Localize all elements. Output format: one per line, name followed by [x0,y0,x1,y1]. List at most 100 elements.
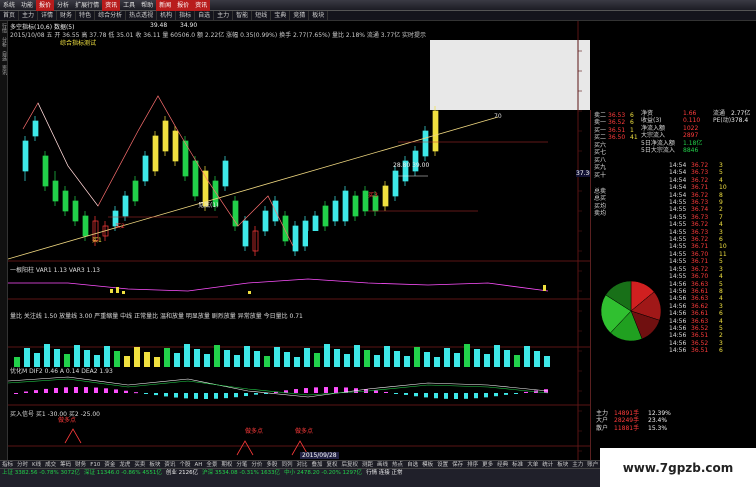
left-tab-0[interactable]: 行情 [0,21,8,35]
tick-price: 36.72 [691,265,709,273]
left-tab-3[interactable]: 资讯 [0,63,8,77]
left-tab-1[interactable]: 分析 [0,35,8,49]
tick-vol: 7 [719,213,723,221]
volume-bar [294,357,300,367]
candle-body [282,215,289,242]
menu-item-4[interactable]: 扩展行情 [72,0,102,11]
tick-row: 14:54 36.71 10 [669,184,756,191]
menu-item-3[interactable]: 分析 [54,0,72,11]
candle-body [342,190,349,222]
menu-hot-2[interactable]: 资讯 [192,0,211,11]
macd-bar [244,393,248,397]
toolbar-item-4[interactable]: 特色 [76,10,96,21]
tick-price: 36.73 [691,213,709,221]
flow-pct: 23.4% [648,417,668,425]
bottom-tabs: 指标 分时 K线 成交 筹码 财务 F10 资金 龙虎 买卖 板块 资讯 个股 AH 全景 期权 分笔 分价 多股同… [0,460,613,468]
toolbar-item-14[interactable]: 竞猜 [290,10,310,21]
menu-item-5[interactable]: 资讯 [102,0,121,11]
stat-value: 1.18亿 [683,139,703,147]
tick-price: 36.71 [691,258,709,266]
menu-item-2[interactable]: 报价 [36,0,55,11]
volume-bar [244,346,250,367]
kline-chart[interactable] [8,21,590,468]
toolbar-item-9[interactable]: 自选 [195,10,215,21]
tick-vol: 6 [719,310,723,318]
annotation-buy3: 买3 [368,192,378,199]
buy-level-label: 买十 [594,171,607,179]
toolbar-item-7[interactable]: 机构 [157,10,177,21]
toolbar-item-15[interactable]: 板块 [309,10,329,21]
annotation-bottom: 见底(1) [198,202,219,209]
tick-vol: 10 [719,184,727,192]
toolbar: 首页 主力 详情 财务 特色 综合分析 热点透视 机构 指标 自选 主力 智能 短线 宝典 竞猜 板块 [0,10,756,21]
sell-price: 36.52 [608,119,626,127]
stat-value-r: 378.4 [731,117,749,125]
candle-body [292,225,299,252]
tick-price: 36.70 [691,273,709,281]
panel1-bar [543,285,546,291]
stat-value: 8846 [683,147,699,155]
tick-row: 14:55 36.71 5 [669,258,756,265]
candle-body [332,200,339,222]
tick-price: 36.70 [691,250,709,258]
tick-time: 14:54 [669,169,687,177]
tick-row: 14:56 36.52 5 [669,325,756,332]
stat-row: 5日净流入额 1.18亿 [641,140,756,147]
tick-vol: 3 [719,302,723,310]
tick-row: 14:56 36.51 2 [669,332,756,339]
toolbar-item-13[interactable]: 宝典 [271,10,291,21]
volume-bar [184,344,190,367]
toolbar-item-8[interactable]: 指标 [176,10,196,21]
sell-label: 卖一 [594,119,607,127]
candle-body [302,220,309,247]
tick-row: 14:55 36.74 2 [669,206,756,213]
macd-bar [294,389,298,393]
buy-price: 36.50 [608,134,626,142]
flow-pct: 15.3% [648,424,668,432]
menu-item-1[interactable]: 功能 [18,0,36,11]
toolbar-item-11[interactable]: 智能 [233,10,253,21]
menu-hot-0[interactable]: 新闻 [156,0,175,11]
buy-price: 36.51 [608,126,626,134]
status-extra: 行情 连接 正常 [366,470,403,476]
macd-bar [34,390,38,393]
tick-vol: 2 [719,206,723,214]
macd-bar [104,388,108,393]
macd-bar [424,393,428,398]
candle-body [322,205,329,227]
candle-body [262,210,269,232]
tick-price: 36.71 [691,184,709,192]
tick-time: 14:56 [669,347,687,355]
toolbar-item-0[interactable]: 首页 [0,10,20,21]
tick-price: 36.73 [691,199,709,207]
toolbar-item-5[interactable]: 综合分析 [95,10,127,21]
tick-row: 14:56 36.51 6 [669,347,756,354]
menu-hot-1[interactable]: 报价 [174,0,193,11]
toolbar-item-2[interactable]: 详情 [38,10,58,21]
macd-bar [504,393,508,395]
toolbar-item-3[interactable]: 财务 [57,10,77,21]
tick-time: 14:55 [669,273,687,281]
candle-body [62,190,69,212]
stat-label: 5日净流入额 [641,139,675,147]
toolbar-item-6[interactable]: 热点透视 [126,10,158,21]
menu-item-7[interactable]: 帮助 [138,0,156,11]
tick-time: 14:55 [669,236,687,244]
menu-item-6[interactable]: 工具 [120,0,138,11]
volume-bar [224,350,230,367]
left-tab-2[interactable]: 自选 [0,49,8,63]
candle-body [242,220,249,247]
volume-bar [164,348,170,367]
menu-item-0[interactable]: 系统 [0,0,18,11]
panel4-mark-2: 做多点 [245,428,264,435]
tick-time: 14:54 [669,162,687,169]
buy-signal-marker [64,428,82,444]
sell-vol: 6 [630,112,634,119]
toolbar-item-12[interactable]: 短线 [252,10,272,21]
toolbar-item-1[interactable]: 主力 [19,10,39,21]
tick-time: 14:56 [669,310,687,318]
stat-row: 大宗流入 2897 [641,132,756,139]
tick-time: 14:55 [669,250,687,258]
volume-bar [424,352,430,367]
toolbar-item-10[interactable]: 主力 [214,10,234,21]
